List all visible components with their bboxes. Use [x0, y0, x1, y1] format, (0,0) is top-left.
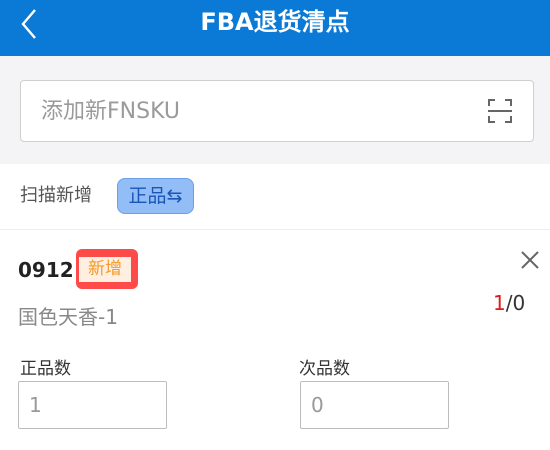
defect-count-input[interactable] — [300, 381, 449, 429]
count-total: /0 — [505, 291, 526, 315]
fnsku-search-box — [20, 80, 534, 142]
new-badge-label: 新增 — [79, 257, 131, 282]
count-current: 1 — [493, 291, 506, 315]
scan-button[interactable] — [487, 98, 513, 124]
app-header: FBA退货清点 — [0, 0, 550, 56]
close-icon — [521, 251, 539, 269]
quality-toggle-button[interactable]: 正品⇆ — [117, 178, 194, 214]
search-area — [0, 56, 550, 164]
scan-add-label: 扫描新增 — [20, 185, 92, 206]
good-count-input[interactable] — [18, 381, 167, 429]
scan-icon — [488, 99, 512, 123]
item-code: 0912 — [18, 258, 74, 282]
page-title: FBA退货清点 — [200, 8, 350, 36]
new-badge: 新增 — [76, 249, 138, 289]
product-name: 国色天香-1 — [18, 305, 118, 329]
defect-count-label: 次品数 — [299, 359, 350, 379]
good-count-label: 正品数 — [20, 359, 71, 379]
item-card: 0912 新增 国色天香-1 1/0 正品数 次品数 — [0, 231, 550, 450]
remove-item-button[interactable] — [519, 249, 541, 271]
fnsku-input[interactable] — [41, 81, 481, 141]
item-count: 1/0 — [493, 291, 525, 315]
scan-row: 扫描新增 — [0, 164, 550, 230]
